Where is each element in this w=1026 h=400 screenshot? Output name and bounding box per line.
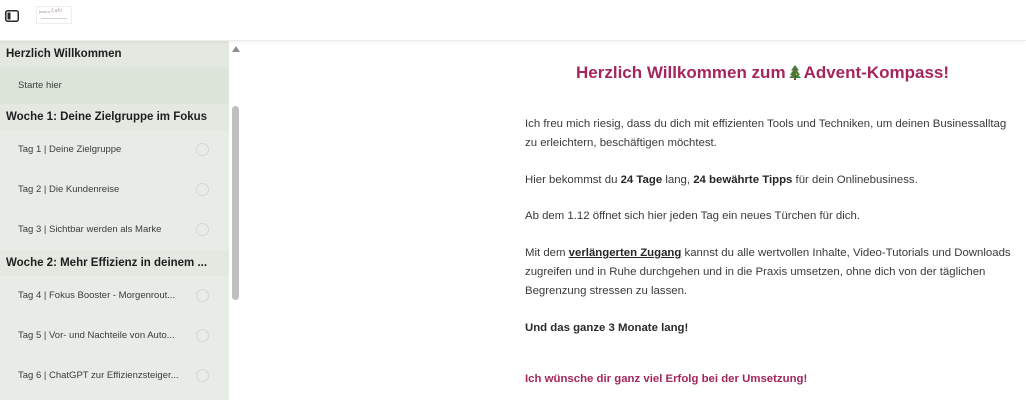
bold-text: 24 bewährte Tipps [693,174,793,186]
christmas-tree-icon [788,65,801,80]
lesson-day-4[interactable]: Tag 4 | Fokus Booster - Morgenrout... [0,276,229,316]
lesson-label: Tag 6 | ChatGPT zur Effizienzsteiger... [18,370,179,381]
offer-paragraph: Hier bekommst du 24 Tage lang, 24 bewähr… [525,171,1015,190]
lesson-label: Tag 2 | Die Kundenreise [18,184,120,195]
schedule-paragraph: Ab dem 1.12 öffnet sich hier jeden Tag e… [525,210,860,222]
completion-circle-icon[interactable] [196,369,209,382]
completion-circle-icon[interactable] [196,143,209,156]
scroll-up-arrow-icon[interactable] [232,46,240,52]
page-title: Herzlich Willkommen zum Advent-Kompass! [576,63,949,83]
lesson-day-6[interactable]: Tag 6 | ChatGPT zur Effizienzsteiger... [0,356,229,396]
text-segment: Hier bekommst du [525,174,621,186]
extended-access-link[interactable]: verlängerten Zugang [569,247,682,259]
closing-paragraph: Ich wünsche dir ganz viel Erfolg bei der… [525,373,808,385]
intro-paragraph: Ich freu mich riesig, dass du dich mit e… [525,118,1007,149]
bold-text: 24 Tage [620,174,663,186]
lesson-content: Herzlich Willkommen zum Advent-Kompass! … [243,41,1026,400]
completion-circle-icon[interactable] [196,289,209,302]
completion-circle-icon[interactable] [196,223,209,236]
lesson-label: Starte hier [18,80,62,91]
sidebar-scrollbar[interactable] [229,41,243,400]
lesson-day-1[interactable]: Tag 1 | Deine Zielgruppe [0,130,229,170]
lesson-day-5[interactable]: Tag 5 | Vor- und Nachteile von Auto... [0,316,229,356]
title-text-start: Herzlich Willkommen zum [576,63,786,82]
lesson-label: Tag 5 | Vor- und Nachteile von Auto... [18,330,175,341]
course-sidebar: Herzlich Willkommen Starte hier Woche 1:… [0,41,229,400]
lesson-label: Tag 4 | Fokus Booster - Morgenrout... [18,290,176,301]
text-segment: lang, [662,174,694,186]
text-segment: Mit dem [525,247,569,259]
brand-logo[interactable]: jessica Lubi [36,6,72,24]
scrollbar-thumb[interactable] [232,106,239,300]
duration-paragraph: Und das ganze 3 Monate lang! [525,322,689,334]
logo-text: jessica [39,9,50,14]
lesson-day-3[interactable]: Tag 3 | Sichtbar werden als Marke [0,210,229,250]
section-header-welcome[interactable]: Herzlich Willkommen [0,41,229,67]
section-header-week-2[interactable]: Woche 2: Mehr Effizienz in deinem ... [0,250,229,276]
lesson-day-2[interactable]: Tag 2 | Die Kundenreise [0,170,229,210]
lesson-label: Tag 3 | Sichtbar werden als Marke [18,224,162,235]
logo-divider [41,18,67,19]
title-text-end: Advent-Kompass! [803,63,950,82]
lesson-starte-hier[interactable]: Starte hier [0,67,229,104]
completion-circle-icon[interactable] [196,329,209,342]
sidebar-toggle-icon[interactable] [5,10,19,22]
access-paragraph: Mit dem verlängerten Zugang kannst du al… [525,244,1015,301]
logo-script: Lubi [51,8,63,14]
top-bar: jessica Lubi [0,0,1026,41]
section-header-week-1[interactable]: Woche 1: Deine Zielgruppe im Fokus [0,104,229,130]
text-segment: für dein Onlinebusiness. [792,174,918,186]
lesson-label: Tag 1 | Deine Zielgruppe [18,144,122,155]
completion-circle-icon[interactable] [196,183,209,196]
